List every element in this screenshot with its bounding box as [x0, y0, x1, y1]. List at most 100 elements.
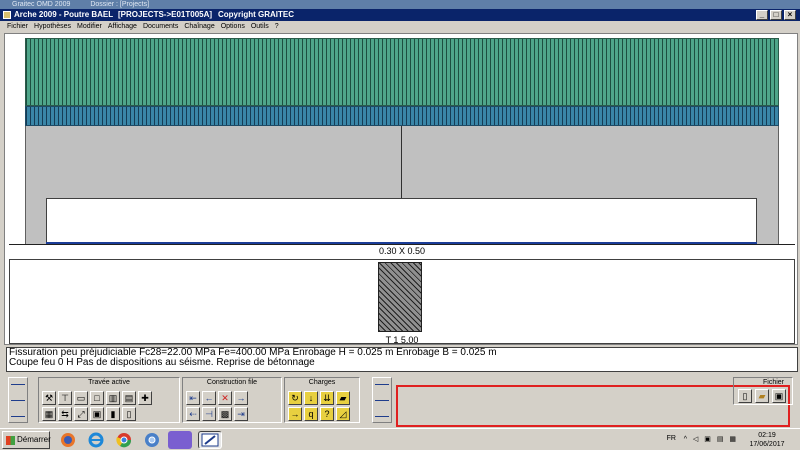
close-button[interactable]: ×: [784, 10, 796, 20]
project-name: [PROJECTS->E01T005A]: [118, 10, 213, 19]
arrow-load-icon[interactable]: →: [288, 407, 302, 421]
point-load-icon[interactable]: ↓: [304, 391, 318, 405]
clock[interactable]: 02:19 17/06/2017: [742, 431, 792, 449]
firefox-icon[interactable]: [56, 431, 80, 449]
axis-line: [401, 126, 402, 198]
taskbar: Démarrer FR ^ ◁ ▣ ▤ ▦ 02:19 17/06/2017: [0, 428, 800, 450]
menu-documents[interactable]: Documents: [140, 21, 181, 32]
clock-date: 17/06/2017: [749, 441, 785, 448]
app-title-bar: Arche 2009 - Poutre BAEL [PROJECTS->E01T…: [0, 9, 800, 21]
help-load-icon[interactable]: ?: [320, 407, 334, 421]
arche-app-icon[interactable]: [168, 431, 192, 449]
construction-file-title: Construction file: [206, 379, 258, 386]
slab-band-drawing: [25, 106, 779, 126]
chromium-icon[interactable]: [140, 431, 164, 449]
info-line-2: Coupe feu 0 H Pas de dispositions au séi…: [9, 357, 315, 368]
menu-modifier[interactable]: Modifier: [74, 21, 105, 32]
fichier-group: Fichier ▯ ▰ ▣: [733, 377, 793, 405]
menu-options[interactable]: Options: [218, 21, 248, 32]
separator-line: [9, 244, 795, 245]
side-line: [375, 384, 389, 385]
menu-help[interactable]: ?: [272, 21, 282, 32]
save-icon[interactable]: ▣: [772, 389, 786, 403]
side-line: [375, 400, 389, 401]
chart-icon[interactable]: ▥: [106, 391, 120, 405]
partial-load-icon[interactable]: ▰: [336, 391, 350, 405]
side-line: [11, 384, 25, 385]
drawing-canvas[interactable]: 0.30 X 0.50 T 1 5.00: [4, 33, 798, 345]
arrow-left-support-icon[interactable]: ←: [202, 391, 216, 405]
windows-logo-icon: [6, 436, 15, 445]
minimize-button[interactable]: _: [756, 10, 768, 20]
menu-chainage[interactable]: Chaînage: [181, 21, 217, 32]
construction-tools: ⇤ ⇠ ← ⊣ ✕ ▩ → ⇥: [186, 391, 248, 421]
app-name: Arche 2009 - Poutre BAEL: [14, 10, 114, 19]
window-controls: _ □ ×: [756, 10, 796, 20]
arrows-icon[interactable]: ⇆: [58, 407, 72, 421]
outer-app-name: Graitec OMD 2009: [12, 1, 71, 8]
start-button[interactable]: Démarrer: [2, 431, 51, 449]
square-icon[interactable]: □: [90, 391, 104, 405]
beam-cross-section: [378, 262, 422, 332]
highlight-box: [396, 385, 790, 427]
file-tools: ▯ ▰ ▣: [738, 389, 786, 403]
charges-title: Charges: [308, 379, 336, 386]
language-indicator[interactable]: FR: [667, 435, 676, 442]
expand-icon[interactable]: ⤢: [74, 407, 88, 421]
left-side-tool[interactable]: [8, 377, 28, 423]
side-line: [11, 416, 25, 417]
hammer-icon[interactable]: ⚒: [42, 391, 56, 405]
dashed-left-icon[interactable]: ⇠: [186, 407, 200, 421]
t-beam-icon[interactable]: ⊤: [58, 391, 72, 405]
slab-drawing: [25, 38, 779, 106]
arrow-left-beam-icon[interactable]: ⇤: [186, 391, 200, 405]
bar-icon[interactable]: ▮: [106, 407, 120, 421]
grid-small-icon[interactable]: ▣: [90, 407, 104, 421]
menu-outils[interactable]: Outils: [248, 21, 272, 32]
menu-fichier[interactable]: Fichier: [4, 21, 31, 32]
system-tray: FR ^ ◁ ▣ ▤ ▦ 02:19 17/06/2017: [646, 430, 796, 450]
arche-active-icon[interactable]: [198, 431, 222, 449]
book-icon[interactable]: ▯: [122, 407, 136, 421]
arche-app-icon: [3, 11, 11, 19]
maximize-button[interactable]: □: [770, 10, 782, 20]
ie-icon[interactable]: [84, 431, 108, 449]
stack-icon[interactable]: ▩: [218, 407, 232, 421]
arche-window: Graitec OMD 2009 Dossier : [Projects] Ar…: [0, 0, 800, 450]
fichier-title: Fichier: [762, 379, 784, 386]
travee-tools: ⚒ ▦ ⊤ ⇆ ▭ ⤢ □ ▣ ▥ ▮ ▤ ▯ ✚: [42, 391, 152, 421]
arrow-right-icon[interactable]: →: [234, 391, 248, 405]
right-side-tool[interactable]: [372, 377, 392, 423]
menu-bar: Fichier Hypothèses Modifier Affichage Do…: [0, 21, 800, 32]
new-file-icon[interactable]: ▯: [738, 389, 752, 403]
outer-title-bar: Graitec OMD 2009 Dossier : [Projects]: [0, 0, 800, 9]
insert-icon[interactable]: ⊣: [202, 407, 216, 421]
tray-icons[interactable]: ^ ◁ ▣ ▤ ▦: [684, 435, 738, 443]
beam-section-label: 0.30 X 0.50: [378, 246, 426, 256]
chrome-icon[interactable]: [112, 431, 136, 449]
menu-affichage[interactable]: Affichage: [105, 21, 140, 32]
start-label: Démarrer: [17, 435, 51, 444]
construction-file-group: Construction file ⇤ ⇠ ← ⊣ ✕ ▩ → ⇥: [182, 377, 282, 423]
grid-icon[interactable]: ▤: [122, 391, 136, 405]
open-folder-icon[interactable]: ▰: [755, 389, 769, 403]
section-icon[interactable]: ▦: [42, 407, 56, 421]
frame-icon[interactable]: ▭: [74, 391, 88, 405]
plus-icon[interactable]: ✚: [138, 391, 152, 405]
beam-elevation: [46, 198, 757, 243]
q-load-icon[interactable]: q: [304, 407, 318, 421]
arrow-right-beam-icon[interactable]: ⇥: [234, 407, 248, 421]
info-panel: Fissuration peu préjudiciable Fc28=22.00…: [6, 347, 798, 372]
menu-hypotheses[interactable]: Hypothèses: [31, 21, 74, 32]
uniform-load-icon[interactable]: ⇊: [320, 391, 334, 405]
clock-time: 02:19: [758, 432, 776, 439]
cross-span-icon[interactable]: ✕: [218, 391, 232, 405]
travee-active-group: Travée active ⚒ ▦ ⊤ ⇆ ▭ ⤢ □ ▣ ▥ ▮ ▤ ▯ ✚: [38, 377, 180, 423]
side-line: [375, 416, 389, 417]
side-line: [11, 400, 25, 401]
moment-load-icon[interactable]: ↻: [288, 391, 302, 405]
trapezoid-load-icon[interactable]: ◿: [336, 407, 350, 421]
charges-tools: ↻ → ↓ q ⇊ ? ▰ ◿: [288, 391, 350, 421]
travee-active-title: Travée active: [88, 379, 130, 386]
charges-group: Charges ↻ → ↓ q ⇊ ? ▰ ◿: [284, 377, 360, 423]
